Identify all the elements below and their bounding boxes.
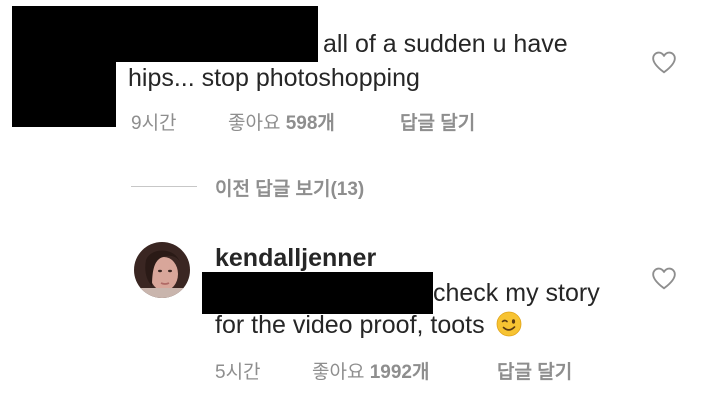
reply-text-line-2-text: for the video proof, toots — [215, 311, 485, 339]
reply-text-line-2: for the video proof, toots — [215, 307, 522, 343]
comment-text-line-1: all of a sudden u have — [323, 30, 568, 58]
reply-button[interactable]: 답글 달기 — [497, 357, 572, 384]
like-heart-icon[interactable] — [651, 266, 677, 290]
redacted-avatar — [12, 6, 116, 127]
redacted-username — [116, 6, 318, 62]
reply-timestamp[interactable]: 5시간 — [215, 357, 261, 384]
reply-button[interactable]: 답글 달기 — [400, 108, 475, 135]
likes-label: 좋아요 — [312, 362, 365, 383]
reply-username[interactable]: kendalljenner — [215, 244, 376, 273]
winking-face-icon — [496, 311, 521, 337]
reply-likes[interactable]: 좋아요 1992개 — [312, 357, 429, 384]
replies-divider — [131, 186, 197, 187]
likes-count: 598개 — [285, 113, 335, 134]
comment-text-line-2: hips... stop photoshopping — [128, 64, 420, 92]
likes-label: 좋아요 — [228, 113, 281, 134]
comment-likes[interactable]: 좋아요 598개 — [228, 108, 335, 135]
view-previous-replies-button[interactable]: 이전 답글 보기(13) — [215, 174, 364, 201]
avatar-photo — [134, 242, 190, 298]
avatar[interactable] — [134, 242, 190, 298]
comment-timestamp[interactable]: 9시간 — [131, 108, 177, 135]
likes-count: 1992개 — [369, 362, 430, 383]
reply-text-line-1: check my story — [433, 279, 600, 307]
like-heart-icon[interactable] — [651, 50, 677, 74]
